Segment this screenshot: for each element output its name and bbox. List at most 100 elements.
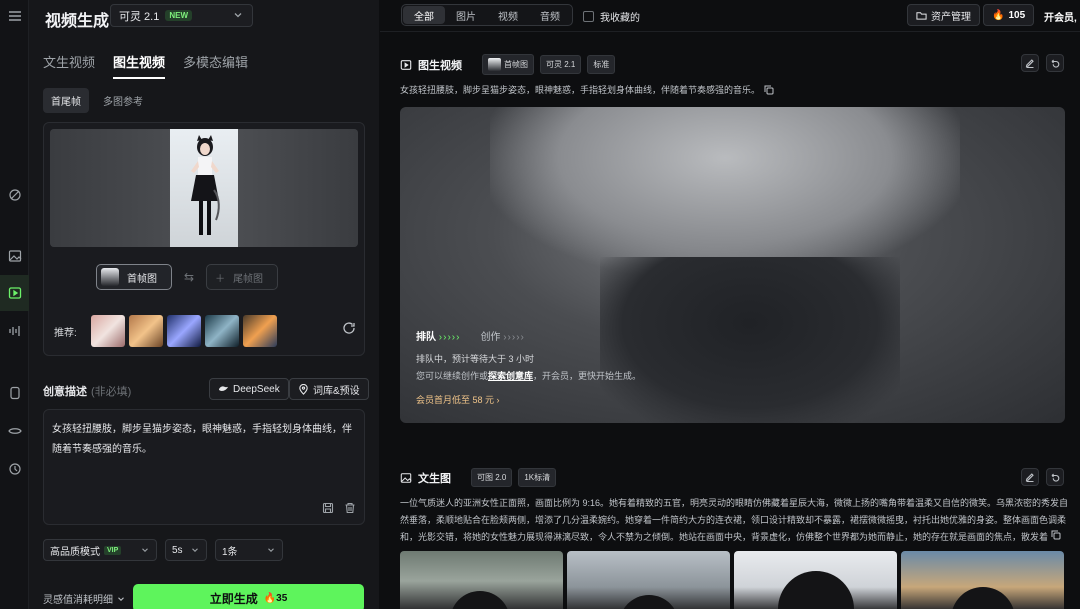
asset-management-button[interactable]: 资产管理 xyxy=(907,4,980,26)
regenerate-button[interactable] xyxy=(1046,468,1064,486)
duration-select[interactable]: 5s xyxy=(165,539,207,561)
result-title: 图生视频 xyxy=(418,59,462,72)
video-result-card[interactable]: 排队 ››››› 创作 ››››› 排队中，预计等待大于 3 小时 您可以继续创… xyxy=(400,107,1065,423)
image-results xyxy=(400,551,1064,609)
first-frame-button[interactable]: 首帧图 xyxy=(96,264,172,290)
magic-icon[interactable] xyxy=(5,185,24,204)
tag-model: 可图 2.0 xyxy=(471,468,513,487)
tag-standard: 标准 xyxy=(587,55,616,74)
queue-tip: 您可以继续创作或探索创意库，开会员，更快开始生成。 xyxy=(416,369,641,382)
favorites-checkbox[interactable] xyxy=(583,11,594,22)
page-title: 视频生成 xyxy=(45,13,110,30)
duration-value: 5s xyxy=(172,544,183,556)
hair xyxy=(951,587,1015,609)
model-name: 可灵 2.1 xyxy=(119,10,160,23)
results-topbar: 全部 图片 视频 音频 我收藏的 资产管理 🔥 105 开会员, xyxy=(380,0,1080,32)
description-label: 创意描述 (非必填) xyxy=(43,383,131,399)
generate-button[interactable]: 立即生成 🔥35 xyxy=(133,584,364,609)
edit-button[interactable] xyxy=(1021,54,1039,72)
create-label: 创作 xyxy=(480,332,501,343)
edit-button[interactable] xyxy=(1021,468,1039,486)
result-image[interactable] xyxy=(567,551,730,609)
upload-card: 首帧图 ⇆ ＋ 尾帧图 推荐: xyxy=(43,122,365,356)
regenerate-button[interactable] xyxy=(1046,54,1064,72)
quality-mode-select[interactable]: 高品质模式 VIP xyxy=(43,539,157,561)
hair xyxy=(778,571,854,609)
tip-prefix: 您可以继续创作或 xyxy=(416,371,489,381)
pencil-icon xyxy=(1025,473,1034,482)
prompt-textarea[interactable]: 女孩轻扭腰肢，脚步呈猫步姿态，眼神魅惑，手指轻划身体曲线，伴随着节奏感强的音乐。 xyxy=(43,409,365,525)
history-icon[interactable] xyxy=(5,459,24,478)
recommendations: 推荐: xyxy=(54,315,277,347)
library-preset-button[interactable]: 词库&预设 xyxy=(289,378,369,400)
video-icon[interactable] xyxy=(0,275,29,311)
chevron-down-icon xyxy=(142,548,148,553)
cube-icon[interactable] xyxy=(5,383,24,402)
recommend-thumbnail[interactable] xyxy=(90,315,125,347)
recommend-thumbnail[interactable] xyxy=(204,315,239,347)
tag-first-frame: 首帧图 xyxy=(482,54,534,75)
plus-icon: ＋ xyxy=(215,273,226,285)
recommend-thumbnail[interactable] xyxy=(242,315,277,347)
tab-image-to-video[interactable]: 图生视频 xyxy=(113,52,166,79)
filter-image[interactable]: 图片 xyxy=(445,6,487,24)
consume-details-link[interactable]: 灵感值消耗明细 xyxy=(43,591,126,606)
tip-suffix: ，开会员，更快开始生成。 xyxy=(533,371,642,381)
refresh-icon[interactable] xyxy=(342,321,356,335)
undo-icon xyxy=(1051,59,1060,68)
swap-icon[interactable]: ⇆ xyxy=(184,270,194,284)
deepseek-label: DeepSeek xyxy=(233,383,280,395)
points-balance[interactable]: 🔥 105 xyxy=(983,4,1035,26)
copy-icon[interactable] xyxy=(1051,530,1061,540)
location-pin-icon xyxy=(299,383,308,395)
tab-multimodal-edit[interactable]: 多模态编辑 xyxy=(183,52,248,79)
results-area: 全部 图片 视频 音频 我收藏的 资产管理 🔥 105 开会员, 图生视频 首帧… xyxy=(380,0,1080,609)
copy-icon[interactable] xyxy=(764,85,774,95)
result-prompt: 女孩轻扭腰肢，脚步呈猫步姿态，眼神魅惑，手指轻划身体曲线，伴随着节奏感强的音乐。 xyxy=(400,83,774,96)
result-prompt-text: 一位气质迷人的亚洲女性正面照，画面比例为 9:16。她有着精致的五官，明亮灵动的… xyxy=(400,498,1069,542)
subtab-first-last-frame[interactable]: 首尾帧 xyxy=(43,88,89,113)
tab-text-to-video[interactable]: 文生视频 xyxy=(43,52,95,79)
frame-preview[interactable] xyxy=(50,129,358,247)
chevron-down-icon xyxy=(234,13,242,18)
mode-tabs: 文生视频 图生视频 多模态编辑 xyxy=(43,52,248,79)
girl-figure xyxy=(191,135,220,235)
filter-all[interactable]: 全部 xyxy=(403,6,445,24)
chevron-down-icon xyxy=(118,596,124,601)
queue-progress: 排队 ››››› 创作 ››››› xyxy=(416,328,525,343)
result-image[interactable] xyxy=(400,551,563,609)
save-icon[interactable] xyxy=(322,502,334,514)
trash-icon[interactable] xyxy=(344,502,356,514)
optional-hint: (非必填) xyxy=(91,386,132,398)
result-image[interactable] xyxy=(734,551,897,609)
vip-badge: VIP xyxy=(104,545,122,555)
generate-label: 立即生成 xyxy=(209,591,258,606)
model-select[interactable]: 可灵 2.1 NEW xyxy=(110,4,253,27)
tag-first-frame-label: 首帧图 xyxy=(504,60,528,69)
filter-audio[interactable]: 音频 xyxy=(529,6,571,24)
member-offer-link[interactable]: 会员首月低至 58 元 › xyxy=(416,393,500,406)
avatar xyxy=(488,58,501,71)
deepseek-button[interactable]: DeepSeek xyxy=(209,378,289,400)
audio-icon[interactable] xyxy=(5,321,24,340)
image-icon[interactable] xyxy=(5,246,24,265)
recommend-thumbnail[interactable] xyxy=(128,315,163,347)
count-select[interactable]: 1条 xyxy=(215,539,283,561)
last-frame-button[interactable]: ＋ 尾帧图 xyxy=(206,264,279,290)
explore-library-link[interactable]: 探索创意库 xyxy=(488,371,533,381)
menu-icon[interactable] xyxy=(5,6,24,25)
consume-details-label: 灵感值消耗明细 xyxy=(43,595,113,606)
open-vip-link[interactable]: 开会员, xyxy=(1044,9,1077,24)
hair xyxy=(450,591,510,609)
favorites-toggle[interactable]: 我收藏的 xyxy=(583,9,640,24)
tag-resolution: 1K标清 xyxy=(518,468,557,487)
recommend-thumbnail[interactable] xyxy=(166,315,201,347)
count-value: 1条 xyxy=(222,546,238,558)
member-offer-label: 会员首月低至 58 元 xyxy=(416,395,495,405)
type-filter: 全部 图片 视频 音频 xyxy=(401,4,573,26)
result-image[interactable] xyxy=(901,551,1064,609)
eye-icon[interactable] xyxy=(5,421,24,440)
subtab-multi-image-ref[interactable]: 多图参考 xyxy=(95,88,151,113)
generation-options: 高品质模式 VIP 5s 1条 xyxy=(43,539,283,561)
filter-video[interactable]: 视频 xyxy=(487,6,529,24)
